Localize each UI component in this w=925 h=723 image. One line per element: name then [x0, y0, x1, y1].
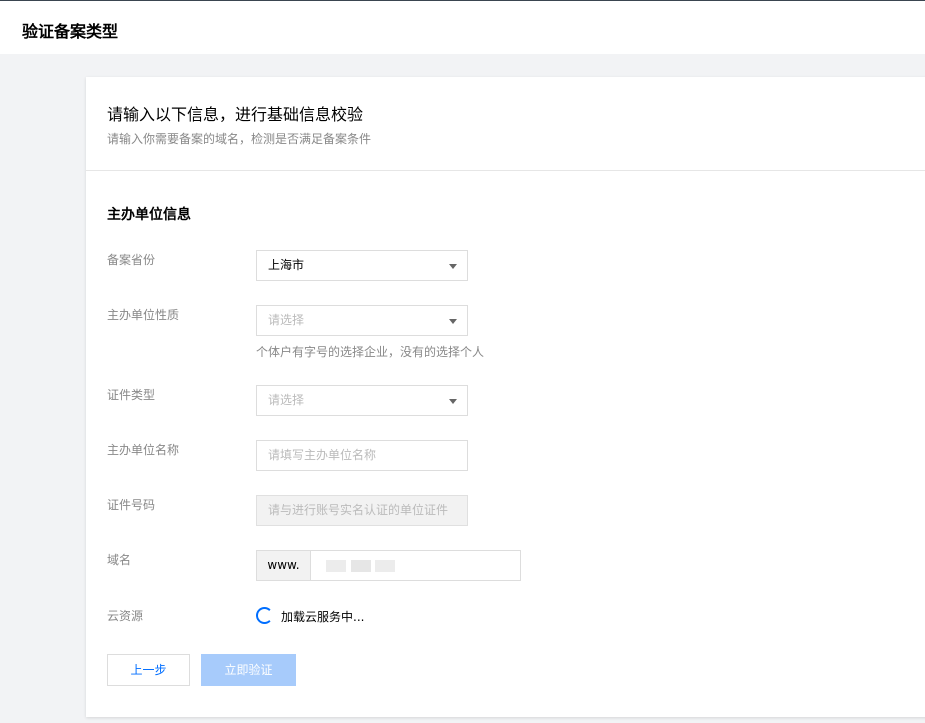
verify-card: 请输入以下信息，进行基础信息校验 请输入你需要备案的域名，检测是否满足备案条件 … [86, 77, 925, 717]
cert-number-label: 证件号码 [107, 498, 156, 512]
org-type-hint: 个体户有字号的选择企业，没有的选择个人 [256, 345, 485, 359]
section-title: 主办单位信息 [107, 207, 191, 223]
org-name-placeholder: 请填写主办单位名称 [268, 448, 377, 462]
province-label: 备案省份 [107, 253, 156, 267]
domain-input[interactable] [311, 551, 520, 580]
domain-prefix: www. [257, 551, 311, 580]
loading-spinner-icon [256, 607, 273, 624]
redacted-text [375, 560, 395, 572]
cloud-resource-status: 加载云服务中... [281, 610, 365, 624]
verify-button[interactable]: 立即验证 [201, 654, 296, 686]
redacted-text [326, 560, 346, 572]
domain-field: www. [256, 550, 521, 581]
card-title: 请输入以下信息，进行基础信息校验 [107, 105, 364, 124]
chevron-down-icon [449, 399, 457, 404]
card-subtitle: 请输入你需要备案的域名，检测是否满足备案条件 [107, 132, 372, 146]
province-select[interactable]: 上海市 [256, 250, 468, 281]
cert-type-placeholder: 请选择 [268, 393, 305, 407]
org-name-label: 主办单位名称 [107, 443, 180, 457]
prev-button[interactable]: 上一步 [107, 654, 190, 686]
cloud-resource-label: 云资源 [107, 609, 144, 623]
chevron-down-icon [449, 319, 457, 324]
domain-label: 域名 [107, 553, 132, 567]
org-type-placeholder: 请选择 [268, 313, 305, 327]
page-title: 验证备案类型 [22, 22, 119, 41]
org-name-input[interactable]: 请填写主办单位名称 [256, 440, 468, 471]
card-header: 请输入以下信息，进行基础信息校验 请输入你需要备案的域名，检测是否满足备案条件 [86, 77, 925, 171]
page-header: 验证备案类型 [0, 1, 925, 54]
province-value: 上海市 [268, 258, 305, 272]
cert-type-select[interactable]: 请选择 [256, 385, 468, 416]
chevron-down-icon [449, 264, 457, 269]
redacted-text [351, 560, 371, 572]
cert-number-input: 请与进行账号实名认证的单位证件 [256, 495, 468, 526]
org-type-select[interactable]: 请选择 [256, 305, 468, 336]
cert-number-placeholder: 请与进行账号实名认证的单位证件 [268, 503, 449, 517]
org-type-label: 主办单位性质 [107, 308, 180, 322]
cert-type-label: 证件类型 [107, 388, 156, 402]
